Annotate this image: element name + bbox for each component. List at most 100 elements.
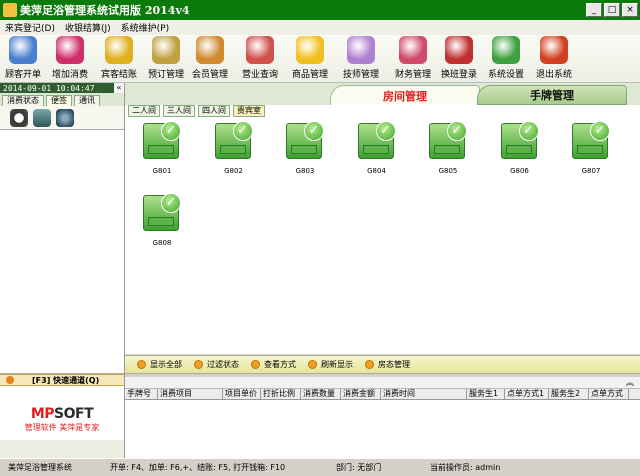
room-tile[interactable]: ✓ G801	[137, 121, 187, 179]
menu-bar: 来宾登记(D) 收银结算(J) 系统维护(P)	[0, 20, 640, 35]
column-header[interactable]: 项目单价	[223, 389, 261, 399]
toolbar-label: 技师管理	[342, 70, 379, 80]
left-tool-icons	[0, 106, 124, 130]
room-tile[interactable]: ✓ G802	[209, 121, 259, 179]
toolbar-label: 营业查询	[241, 70, 278, 80]
available-check-icon: ✓	[590, 121, 610, 141]
notepad-icon[interactable]	[33, 108, 51, 127]
column-header[interactable]: 服务生1	[467, 389, 505, 399]
menu-system[interactable]: 系统维护(P)	[116, 21, 174, 34]
room-label: G801	[152, 167, 172, 175]
alarm-clock-icon[interactable]	[10, 108, 28, 127]
collapse-up-icon[interactable]: ︽	[626, 377, 634, 388]
room-tile[interactable]: ✓ G804	[352, 121, 402, 179]
notes-area[interactable]	[0, 130, 124, 374]
column-header[interactable]: 点单方式1	[505, 389, 549, 399]
tab-hand-card-management[interactable]: 手牌管理	[477, 85, 627, 105]
app-icon	[3, 3, 17, 17]
toolbar-button-2[interactable]: 增加消费	[46, 35, 94, 83]
room-status-icon	[365, 360, 374, 369]
tab-room-management[interactable]: 房间管理	[330, 85, 480, 105]
column-header[interactable]: 消费数量	[301, 389, 341, 399]
toolbar-label: 商品管理	[291, 70, 328, 80]
left-panel: 2014-09-01 10:04:47 « 消费状态 便签 通讯 [F3] 快速…	[0, 83, 125, 459]
column-header[interactable]: 点单方式	[589, 389, 629, 399]
business-query-icon	[246, 36, 274, 64]
toolbar-button-11[interactable]: 系统设置	[482, 35, 530, 83]
toolbar-label: 宾客结账	[100, 70, 137, 80]
members-icon	[196, 36, 224, 64]
toolbar-button-7[interactable]: 商品管理	[288, 35, 332, 83]
quick-access-bar[interactable]: [F3] 快速通道(Q)	[0, 374, 124, 386]
toolbar-button-5[interactable]: 会员管理	[188, 35, 232, 83]
available-check-icon: ✓	[304, 121, 324, 141]
tab-consumption-status[interactable]: 消费状态	[2, 95, 44, 106]
window-title: 美萍足浴管理系统试用版 2014v4	[20, 4, 190, 17]
tab-vip-room[interactable]: 贵宾室	[233, 105, 265, 117]
column-header[interactable]: 打折比例	[261, 389, 301, 399]
room-tile[interactable]: ✓ G803	[280, 121, 330, 179]
room-label: G805	[438, 167, 458, 175]
collapse-icon[interactable]: «	[114, 83, 124, 93]
menu-checkin[interactable]: 来宾登记(D)	[0, 21, 60, 34]
table-header: 手牌号 消费项目 项目单价 打折比例 消费数量 消费金额 消费时间 服务生1 点单方式1 服务生2…	[125, 389, 640, 400]
column-header[interactable]: 消费时间	[381, 389, 467, 399]
column-header[interactable]: 消费项目	[158, 389, 223, 399]
left-tabs: 消费状态 便签 通讯	[0, 93, 124, 106]
column-header[interactable]: 手牌号	[125, 389, 158, 399]
room-tile[interactable]: ✓ G805	[423, 121, 473, 179]
available-check-icon: ✓	[375, 121, 396, 141]
toolbar-button-3[interactable]: 宾客结账	[94, 35, 144, 83]
show-all-button[interactable]: 显示全部	[137, 359, 182, 370]
refresh-icon	[308, 360, 317, 369]
close-button[interactable]: ×	[622, 3, 638, 17]
exit-door-icon	[540, 36, 568, 64]
quick-access-label: [F3] 快速通道(Q)	[32, 375, 100, 385]
maximize-button[interactable]: □	[604, 3, 620, 17]
toolbar-button-6[interactable]: 营业查询	[232, 35, 288, 83]
toolbar-button-10[interactable]: 换班登录	[436, 35, 482, 83]
status-operator: 当前操作员: admin	[430, 463, 501, 472]
toolbar-button-4[interactable]: 预订管理	[144, 35, 188, 83]
datetime: 2014-09-01 10:04:47	[3, 83, 95, 93]
column-header[interactable]: 消费金额	[341, 389, 381, 399]
tab-three-person-room[interactable]: 三人间	[163, 105, 195, 117]
datetime-bar: 2014-09-01 10:04:47 «	[0, 83, 124, 93]
toolbar-label: 换班登录	[440, 70, 477, 80]
logo-slogan: 管理软件 美萍是专家	[24, 422, 100, 432]
room-tile[interactable]: ✓ G806	[495, 121, 545, 179]
toolbar-button-1[interactable]: 顾客开单	[0, 35, 46, 83]
room-label: G808	[152, 239, 172, 247]
available-check-icon: ✓	[518, 121, 539, 141]
tab-notes[interactable]: 便签	[46, 95, 72, 106]
detail-collapse-bar: ︽	[125, 377, 640, 389]
room-status-button[interactable]: 房态管理	[365, 359, 410, 370]
available-check-icon: ✓	[161, 193, 181, 213]
column-header[interactable]: 服务生2	[549, 389, 589, 399]
shift-exit-icon	[445, 36, 473, 64]
toolbar-button-9[interactable]: 财务管理	[390, 35, 436, 83]
room-tile[interactable]: ✓ G808	[137, 193, 187, 251]
minimize-button[interactable]: _	[586, 3, 602, 17]
tab-four-person-room[interactable]: 四人间	[198, 105, 230, 117]
status-hotkeys: 开单: F4、加单: F6,+、结账: F5, 打开钱箱: F10	[110, 463, 286, 472]
filter-status-button[interactable]: 过滤状态	[194, 359, 239, 370]
telephone-icon[interactable]	[56, 108, 74, 127]
view-mode-button[interactable]: 查看方式	[251, 359, 296, 370]
refresh-button[interactable]: 刷新显示	[308, 359, 353, 370]
toolbar-button-8[interactable]: 技师管理	[332, 35, 390, 83]
goods-star-icon	[296, 36, 324, 64]
toolbar: 顾客开单 增加消费 宾客结账 预订管理 会员管理 营业查询 商品管理 技师管理 财务管理 换班登录…	[0, 35, 640, 83]
tab-two-person-room[interactable]: 二人间	[128, 105, 160, 117]
tab-communication[interactable]: 通讯	[74, 95, 100, 106]
open-bill-icon	[9, 36, 37, 64]
toolbar-label: 增加消费	[51, 70, 88, 80]
room-label: G807	[581, 167, 601, 175]
toolbar-label: 预订管理	[147, 70, 184, 80]
menu-checkout[interactable]: 收银结算(J)	[60, 21, 116, 34]
room-label: G804	[367, 167, 386, 175]
room-label: G806	[510, 167, 529, 175]
view-mode-icon	[251, 360, 260, 369]
room-tile[interactable]: ✓ G807	[566, 121, 616, 179]
toolbar-button-12[interactable]: 退出系统	[530, 35, 578, 83]
